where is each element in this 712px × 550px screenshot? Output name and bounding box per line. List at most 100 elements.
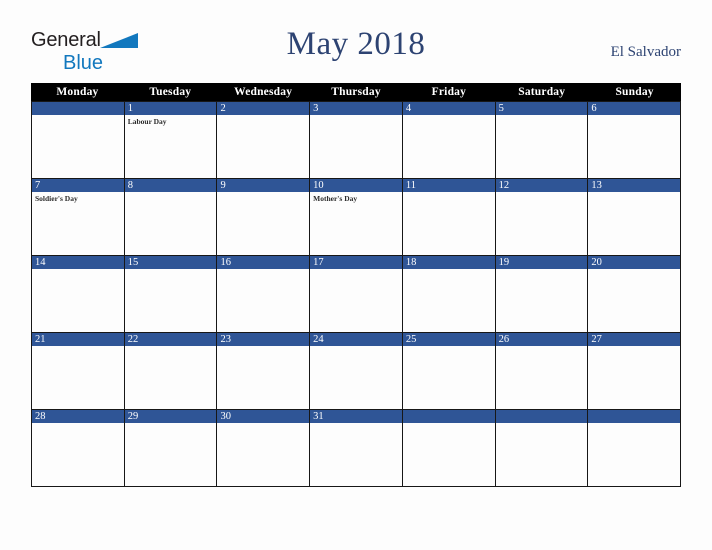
day-events [125,192,217,194]
calendar-week-row: 1 Labour Day 2 3 4 5 6 [32,102,682,179]
weekday-header-tuesday: Tuesday [149,86,192,98]
weekday-header-sunday: Sunday [615,86,654,98]
day-number [32,102,124,115]
day-events [403,346,495,348]
calendar-grid: Monday Tuesday Wednesday Thursday Friday… [31,83,682,487]
day-number: 22 [124,333,217,346]
day-events: Soldier's Day [32,192,124,204]
day-number: 18 [402,256,495,269]
day-events [125,423,217,425]
day-number: 2 [217,102,310,115]
calendar-day-cell[interactable]: 21 [32,333,125,410]
calendar-day-cell[interactable] [402,410,496,487]
day-number: 29 [124,410,217,423]
day-number: 28 [32,410,124,423]
calendar-page: General Blue May 2018 El Salvador Monday… [0,0,712,550]
calendar-week-row: 21 22 23 24 25 26 27 [32,333,682,410]
calendar-day-cell[interactable]: 6 [588,102,682,179]
calendar-day-cell[interactable]: 23 [217,333,311,410]
day-events [310,115,402,117]
calendar-day-cell[interactable]: 3 [310,102,403,179]
day-events [32,423,124,425]
calendar-day-cell[interactable]: 24 [310,333,403,410]
day-number: 5 [495,102,588,115]
day-events [403,192,495,194]
calendar-day-cell[interactable]: 9 [217,179,311,256]
day-number: 26 [495,333,588,346]
weekday-header-row: Monday Tuesday Wednesday Thursday Friday… [31,83,681,101]
holiday-label: Labour Day [127,117,167,126]
day-number: 31 [310,410,402,423]
calendar-week-row: 7 Soldier's Day 8 9 10 Mother's Day 11 12 13 [32,179,682,256]
calendar-day-cell[interactable]: 4 [402,102,496,179]
country-label: El Salvador [610,44,681,60]
day-number: 27 [588,333,681,346]
calendar-day-cell[interactable]: 29 [124,410,218,487]
weekday-header-wednesday: Wednesday [234,86,293,98]
day-number: 3 [310,102,402,115]
day-number: 24 [310,333,402,346]
day-number: 15 [124,256,217,269]
calendar-day-cell[interactable]: 12 [495,179,589,256]
calendar-day-cell[interactable]: 11 [402,179,496,256]
day-events [125,346,217,348]
day-number: 4 [402,102,495,115]
calendar-day-cell[interactable]: 10 Mother's Day [310,179,403,256]
calendar-day-cell[interactable]: 26 [495,333,589,410]
day-events [310,269,402,271]
day-events [496,423,588,425]
calendar-day-cell[interactable]: 2 [217,102,311,179]
calendar-day-cell[interactable]: 13 [588,179,682,256]
day-events [217,115,309,117]
day-number: 11 [402,179,495,192]
calendar-day-cell[interactable]: 1 Labour Day [124,102,218,179]
day-events [32,346,124,348]
day-number: 30 [217,410,310,423]
day-number [588,410,681,423]
day-events [217,346,309,348]
calendar-day-cell[interactable]: 31 [310,410,403,487]
day-events [496,346,588,348]
day-number: 13 [588,179,681,192]
calendar-day-cell[interactable]: 14 [32,256,125,333]
day-events: Mother's Day [310,192,402,204]
day-events [32,115,124,117]
calendar-day-cell[interactable] [495,410,589,487]
calendar-weeks: 1 Labour Day 2 3 4 5 6 7 Soldier's Day 8 9 10 Mother… [31,101,682,487]
calendar-day-cell[interactable] [588,410,682,487]
day-events: Labour Day [125,115,217,127]
calendar-day-cell[interactable]: 15 [124,256,218,333]
calendar-day-cell[interactable]: 8 [124,179,218,256]
day-events [588,115,680,117]
day-events [588,346,680,348]
day-events [403,269,495,271]
calendar-day-cell[interactable]: 7 Soldier's Day [32,179,125,256]
day-events [32,269,124,271]
day-number: 21 [32,333,124,346]
day-number: 12 [495,179,588,192]
calendar-day-cell[interactable]: 5 [495,102,589,179]
day-number [402,410,495,423]
day-number: 19 [495,256,588,269]
day-number: 8 [124,179,217,192]
calendar-day-cell[interactable]: 25 [402,333,496,410]
weekday-header-monday: Monday [56,86,99,98]
day-number: 17 [310,256,402,269]
weekday-header-saturday: Saturday [518,86,566,98]
calendar-day-cell[interactable]: 19 [495,256,589,333]
calendar-week-row: 28 29 30 31 [32,410,682,487]
calendar-day-cell[interactable]: 17 [310,256,403,333]
calendar-day-cell[interactable]: 28 [32,410,125,487]
day-number: 20 [588,256,681,269]
day-events [588,192,680,194]
calendar-day-cell[interactable]: 22 [124,333,218,410]
day-events [403,115,495,117]
calendar-day-cell[interactable] [32,102,125,179]
calendar-day-cell[interactable]: 16 [217,256,311,333]
day-number: 10 [310,179,402,192]
calendar-day-cell[interactable]: 30 [217,410,311,487]
calendar-day-cell[interactable]: 18 [402,256,496,333]
calendar-day-cell[interactable]: 20 [588,256,682,333]
page-header: General Blue May 2018 El Salvador [0,0,712,83]
calendar-day-cell[interactable]: 27 [588,333,682,410]
